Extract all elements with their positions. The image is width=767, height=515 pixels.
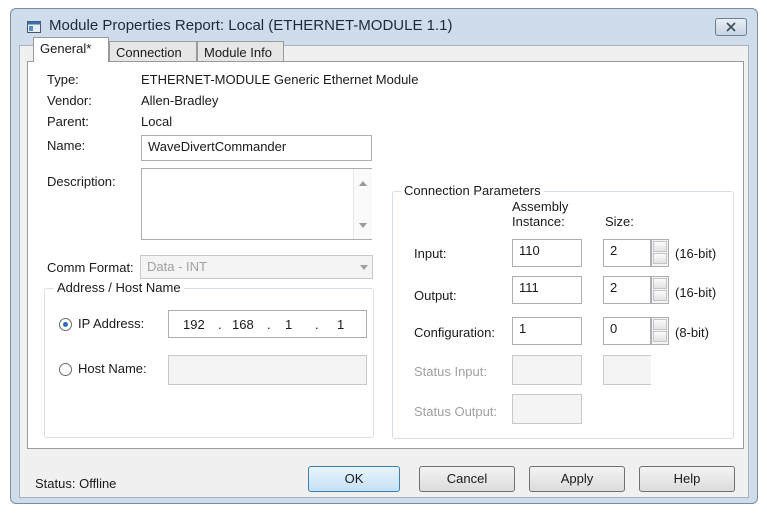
input-size-spinner[interactable] — [651, 239, 669, 267]
close-icon — [726, 22, 736, 32]
input-size-field[interactable]: 2 — [603, 239, 651, 267]
output-label: Output: — [414, 288, 457, 303]
ip-octet-2[interactable]: 168 — [232, 317, 254, 332]
ip-address-input[interactable]: 192 . 168 . 1 . 1 — [168, 310, 367, 338]
configuration-instance-field[interactable]: 1 — [512, 317, 582, 345]
window-icon — [27, 21, 41, 33]
configuration-size-spinner[interactable] — [651, 317, 669, 345]
host-name-input[interactable] — [168, 355, 367, 385]
assembly-header: Assembly — [512, 199, 569, 214]
ip-dot: . — [267, 317, 271, 332]
configuration-unit: (8-bit) — [675, 325, 709, 340]
input-label: Input: — [414, 246, 447, 261]
name-label: Name: — [47, 138, 86, 153]
instance-header: Instance: — [512, 214, 565, 229]
output-unit: (16-bit) — [675, 285, 717, 300]
apply-button[interactable]: Apply — [529, 466, 625, 492]
comm-format-label: Comm Format: — [47, 260, 134, 275]
spin-down-icon[interactable] — [653, 253, 667, 264]
scroll-down-icon[interactable] — [359, 223, 367, 228]
output-size-spinner[interactable] — [651, 276, 669, 304]
status-input-label: Status Input: — [414, 364, 487, 379]
cancel-button[interactable]: Cancel — [419, 466, 515, 492]
module-properties-dialog: Module Properties Report: Local (ETHERNE… — [10, 8, 758, 504]
ip-dot: . — [315, 317, 319, 332]
scroll-up-icon[interactable] — [359, 181, 367, 186]
tab-general[interactable]: General* — [33, 37, 109, 62]
comm-format-select[interactable]: Data - INT — [140, 255, 373, 279]
status-input-size-field[interactable] — [603, 355, 651, 385]
status-output-field[interactable] — [512, 394, 582, 424]
vendor-label: Vendor: — [47, 93, 92, 108]
host-name-label: Host Name: — [78, 361, 147, 376]
status-text: Status: Offline — [35, 476, 117, 491]
spin-up-icon[interactable] — [653, 319, 667, 330]
ip-address-label: IP Address: — [78, 316, 145, 331]
type-label: Type: — [47, 72, 79, 87]
vendor-value: Allen-Bradley — [141, 93, 219, 108]
parent-value: Local — [141, 114, 173, 129]
host-name-radio[interactable] — [59, 363, 72, 376]
ip-octet-1[interactable]: 192 — [183, 317, 205, 332]
ip-octet-3[interactable]: 1 — [285, 317, 292, 332]
output-size-field[interactable]: 2 — [603, 276, 651, 304]
spin-up-icon[interactable] — [653, 241, 667, 252]
configuration-label: Configuration: — [414, 325, 495, 340]
tab-module-info[interactable]: Module Info — [197, 41, 284, 63]
close-button[interactable] — [715, 18, 747, 36]
description-label: Description: — [47, 174, 116, 189]
connection-parameters-title: Connection Parameters — [401, 183, 544, 198]
output-instance-field[interactable]: 111 — [512, 276, 582, 304]
spin-down-icon[interactable] — [653, 290, 667, 301]
input-unit: (16-bit) — [675, 246, 717, 261]
type-value: ETHERNET-MODULE Generic Ethernet Module — [141, 72, 419, 87]
description-scrollbar[interactable] — [353, 169, 372, 239]
status-output-label: Status Output: — [414, 404, 498, 419]
parent-label: Parent: — [47, 114, 89, 129]
ip-octet-4[interactable]: 1 — [337, 317, 344, 332]
ip-dot: . — [218, 317, 222, 332]
address-group-title: Address / Host Name — [54, 280, 184, 295]
general-tab-panel: Type: ETHERNET-MODULE Generic Ethernet M… — [27, 61, 744, 449]
configuration-size-field[interactable]: 0 — [603, 317, 651, 345]
chevron-down-icon[interactable] — [360, 265, 368, 270]
spin-up-icon[interactable] — [653, 278, 667, 289]
window-title: Module Properties Report: Local (ETHERNE… — [49, 17, 453, 34]
name-input[interactable]: WaveDivertCommander — [141, 135, 372, 161]
ip-address-radio[interactable] — [59, 318, 72, 331]
ok-button[interactable]: OK — [308, 466, 400, 492]
help-button[interactable]: Help — [639, 466, 735, 492]
spin-down-icon[interactable] — [653, 331, 667, 342]
tab-connection[interactable]: Connection — [109, 41, 197, 63]
title-bar[interactable]: Module Properties Report: Local (ETHERNE… — [11, 9, 757, 45]
size-header: Size: — [605, 214, 634, 229]
status-input-field[interactable] — [512, 355, 582, 385]
description-textarea[interactable] — [141, 168, 372, 240]
input-instance-field[interactable]: 110 — [512, 239, 582, 267]
